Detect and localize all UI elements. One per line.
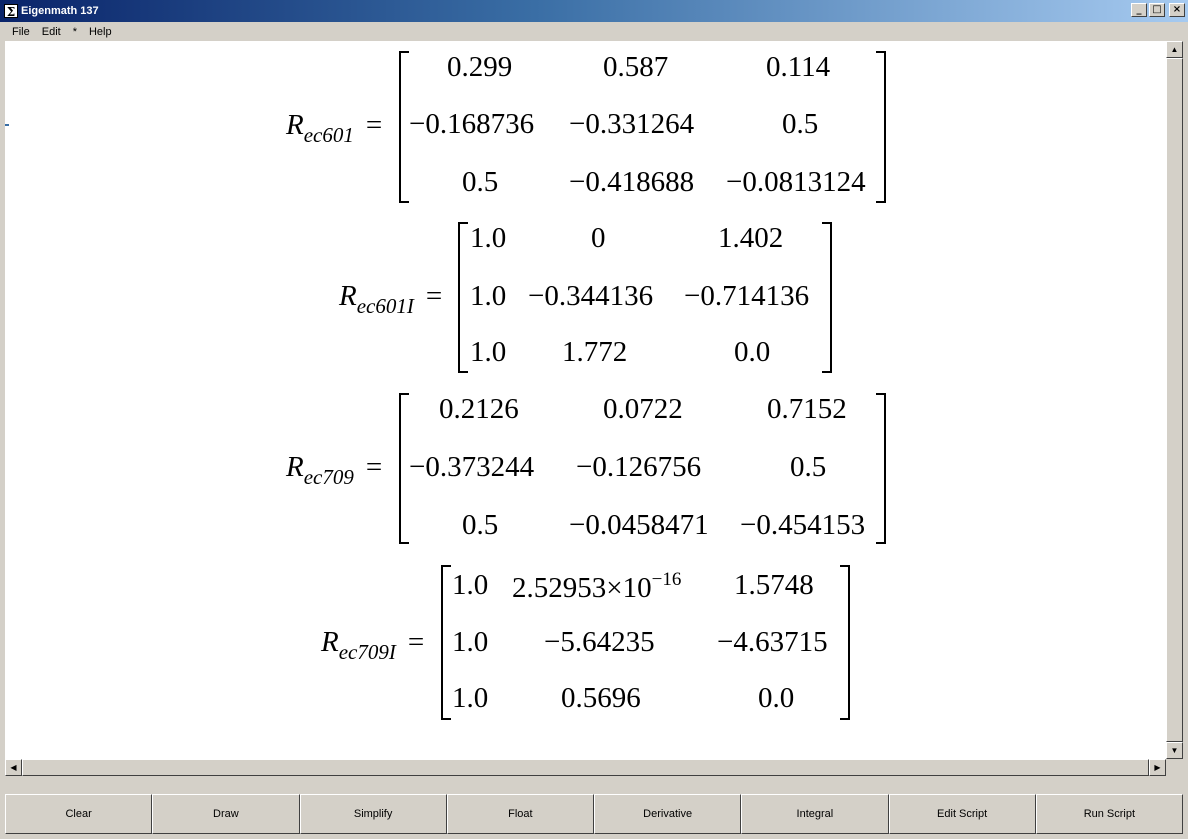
matrix: 1.0 2.52953×10−16 1.5748 1.0 −5.64235 −4… [441,565,850,720]
mantissa: 2.52953×10 [512,572,652,604]
equation-lhs: Rec709 = [286,451,382,490]
equation-lhs: Rec601I = [339,280,442,319]
right-bracket [840,565,850,720]
matrix-cell: 0.5 [462,166,499,198]
matrix-symbol: R [339,280,357,312]
matrix-cell: −0.373244 [409,451,535,483]
title-bar: Σ Eigenmath 137 _ □ × [0,0,1188,22]
draw-button[interactable]: Draw [152,794,300,834]
run-script-button[interactable]: Run Script [1035,794,1183,834]
button-bar: Clear Draw Simplify Float Derivative Int… [5,794,1183,834]
matrix-subscript: ec709 [303,465,354,489]
matrix-cell: 0 [591,222,606,254]
matrix-cell: −0.454153 [740,509,866,541]
left-bracket [441,565,451,720]
matrix-cell: −0.126756 [576,451,702,483]
matrix-cell: −4.63715 [717,626,828,658]
menu-edit[interactable]: Edit [36,26,67,38]
matrix-symbol: R [321,626,339,658]
matrix-cell: −0.168736 [409,108,535,140]
exponent: −16 [651,569,682,590]
matrix-cell: 0.5696 [561,682,641,714]
matrix-subscript: ec601I [356,294,414,318]
left-bracket [458,222,468,373]
scrollbar-corner [1166,759,1183,776]
left-bracket [399,51,409,203]
right-bracket [822,222,832,373]
close-button[interactable]: × [1169,3,1185,17]
matrix-cell: 1.0 [470,222,507,254]
matrix-cell: 1.772 [562,336,628,368]
horizontal-scroll-thumb[interactable] [22,759,1149,776]
equals-sign: = [425,280,443,312]
matrix-cell: 2.52953×10−16 [512,569,681,605]
matrix-cell: 1.402 [718,222,784,254]
matrix: 0.299 0.587 0.114 −0.168736 −0.331264 0.… [399,51,886,203]
menu-star[interactable]: * [67,26,83,38]
matrix-cell: 1.0 [452,682,489,714]
horizontal-scrollbar[interactable]: ◀ ▶ [5,759,1166,776]
matrix: 1.0 0 1.402 1.0 −0.344136 −0.714136 1.0 … [458,222,832,373]
window-title: Eigenmath 137 [21,5,99,17]
maximize-button[interactable]: □ [1149,3,1165,17]
right-bracket [876,51,886,203]
matrix-cell: −0.0458471 [569,509,709,541]
matrix-symbol: R [286,451,304,483]
integral-button[interactable]: Integral [741,794,889,834]
matrix-cell: −5.64235 [544,626,655,658]
vertical-scrollbar[interactable]: ▲ ▼ [1166,41,1183,759]
derivative-button[interactable]: Derivative [594,794,742,834]
matrix-cell: 1.0 [470,336,507,368]
matrix-cell: 1.0 [452,626,489,658]
equals-sign: = [365,109,383,141]
vertical-scroll-thumb[interactable] [1166,58,1183,742]
matrix-cell: −0.418688 [569,166,695,198]
matrix-symbol: R [286,109,304,141]
scroll-up-button[interactable]: ▲ [1166,41,1183,58]
matrix-subscript: ec709I [338,640,396,664]
matrix-cell: −0.344136 [528,280,654,312]
scroll-right-button[interactable]: ▶ [1149,759,1166,776]
matrix-cell: 0.5 [790,451,827,483]
float-button[interactable]: Float [446,794,594,834]
margin-mark [5,124,9,126]
matrix-cell: 1.5748 [734,569,814,601]
matrix-cell: 0.5 [782,108,819,140]
matrix-subscript: ec601 [303,123,354,147]
matrix-cell: −0.331264 [569,108,695,140]
matrix-cell: 0.299 [447,51,513,83]
matrix-cell: 0.587 [603,51,669,83]
output-area[interactable]: Rec601 = 0.299 0.587 0.114 −0.168736 −0.3… [5,41,1166,759]
matrix-cell: 0.2126 [439,393,519,425]
matrix-cell: 1.0 [470,280,507,312]
equals-sign: = [407,626,425,658]
window-controls: _ □ × [1131,3,1185,17]
right-bracket [876,393,886,544]
matrix-cell: 0.5 [462,509,499,541]
equation-lhs: Rec709I = [321,626,424,665]
matrix-cell: −0.0813124 [726,166,866,198]
clear-button[interactable]: Clear [5,794,153,834]
matrix-cell: 0.114 [766,51,831,83]
matrix-cell: 0.0 [734,336,771,368]
matrix: 0.2126 0.0722 0.7152 −0.373244 −0.126756… [399,393,886,544]
matrix-cell: −0.714136 [684,280,810,312]
menu-file[interactable]: File [6,26,36,38]
matrix-cell: 0.0722 [603,393,683,425]
minimize-button[interactable]: _ [1131,3,1147,17]
menu-bar: File Edit * Help [0,22,1188,41]
equation-lhs: Rec601 = [286,109,382,148]
matrix-cell: 0.7152 [767,393,847,425]
scroll-down-button[interactable]: ▼ [1166,742,1183,759]
simplify-button[interactable]: Simplify [299,794,447,834]
matrix-cell: 0.0 [758,682,795,714]
equals-sign: = [365,451,383,483]
sigma-app-icon[interactable]: Σ [4,4,18,19]
scroll-left-button[interactable]: ◀ [5,759,22,776]
left-bracket [399,393,409,544]
matrix-cell: 1.0 [452,569,489,601]
menu-help[interactable]: Help [83,26,118,38]
edit-script-button[interactable]: Edit Script [888,794,1036,834]
